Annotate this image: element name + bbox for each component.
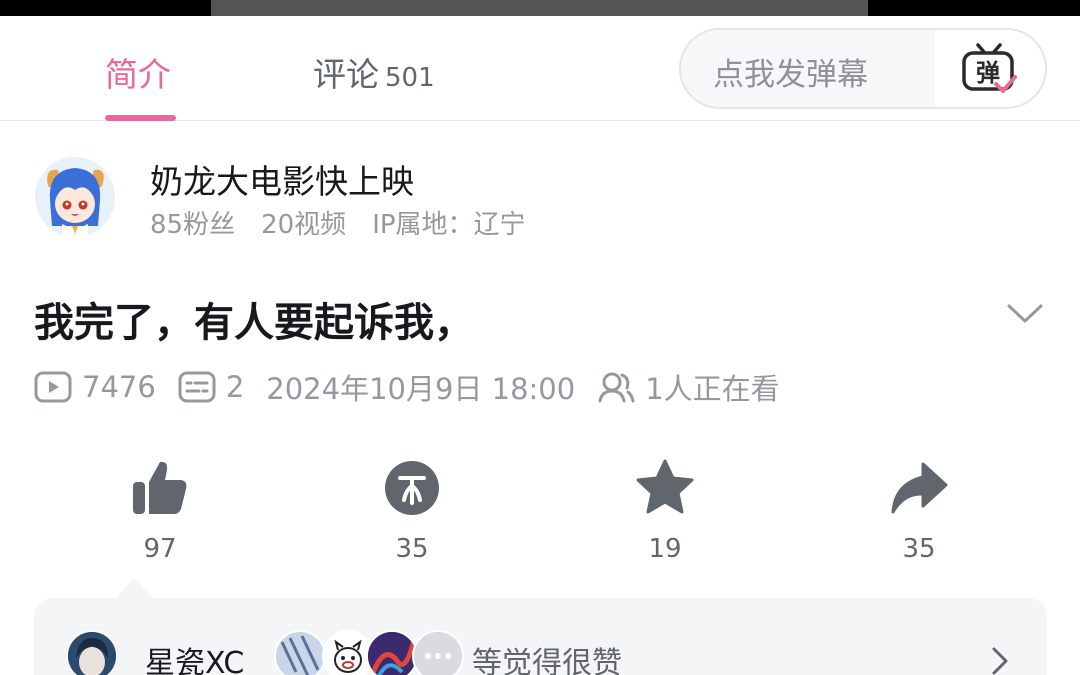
tab-intro[interactable]: 简介 xyxy=(105,48,171,96)
likers-bar[interactable]: 星瓷XC 等觉得很赞 xyxy=(34,598,1047,675)
chevron-right-icon xyxy=(992,647,1008,675)
liker-avatar xyxy=(274,630,326,675)
danmaku-stat: 2 xyxy=(178,370,244,404)
favorite-count: 19 xyxy=(648,534,682,564)
liker-name: 星瓷XC xyxy=(145,646,245,675)
liker-avatar xyxy=(366,630,418,675)
watching-stat: 1人正在看 xyxy=(597,366,780,408)
tab-bar: 简介 评论 501 点我发弹幕 弹 xyxy=(0,16,1080,121)
danmaku-count: 2 xyxy=(225,370,245,404)
video-stats: 7476 2 2024年10月9日 18:00 1人正在看 xyxy=(34,367,802,407)
like-count: 97 xyxy=(143,534,177,564)
tab-comments[interactable]: 评论 501 xyxy=(313,48,435,96)
like-icon xyxy=(133,461,187,514)
tab-active-indicator xyxy=(105,115,176,121)
tab-comments-label: 评论 xyxy=(313,55,379,94)
views-count: 7476 xyxy=(82,370,156,404)
liker-avatar xyxy=(66,630,118,675)
play-icon xyxy=(34,371,72,403)
video-player-strip[interactable] xyxy=(0,0,1080,16)
star-icon xyxy=(636,459,694,514)
danmaku-input[interactable]: 点我发弹幕 xyxy=(713,49,868,94)
danmaku-toggle-button[interactable]: 弹 xyxy=(935,30,1045,107)
favorite-button[interactable]: 19 xyxy=(625,458,705,564)
video-player-frame xyxy=(211,0,868,16)
danmaku-tv-icon: 弹 xyxy=(962,43,1017,93)
share-button[interactable]: 35 xyxy=(879,458,959,564)
video-title: 我完了，有人要起诉我， xyxy=(34,300,474,346)
coin-icon xyxy=(385,461,439,515)
coin-count: 35 xyxy=(395,534,429,564)
views-stat: 7476 xyxy=(34,370,156,404)
likers-pointer xyxy=(116,578,152,598)
publish-time: 2024年10月9日 18:00 xyxy=(266,372,576,406)
tab-comments-count: 501 xyxy=(385,63,435,93)
author-fans: 85粉丝 xyxy=(150,210,236,240)
chevron-down-icon[interactable] xyxy=(1006,302,1044,326)
author-name[interactable]: 奶龙大电影快上映 xyxy=(150,155,414,203)
author-meta: 85粉丝 20视频 IP属地：辽宁 xyxy=(150,204,552,241)
danmaku-entry: 点我发弹幕 弹 xyxy=(679,28,1047,109)
author-videos: 20视频 xyxy=(261,210,347,240)
like-button[interactable]: 97 xyxy=(120,458,200,564)
danmaku-list-icon xyxy=(178,371,216,403)
watching-count: 1人正在看 xyxy=(645,372,780,406)
share-count: 35 xyxy=(902,534,936,564)
coin-button[interactable]: 35 xyxy=(372,458,452,564)
share-icon xyxy=(891,462,948,514)
author-ip-location: IP属地：辽宁 xyxy=(372,210,526,240)
author-avatar[interactable] xyxy=(34,156,116,238)
likers-summary: 等觉得很赞 xyxy=(472,646,622,675)
viewers-icon xyxy=(598,372,635,403)
more-likers xyxy=(412,630,464,675)
